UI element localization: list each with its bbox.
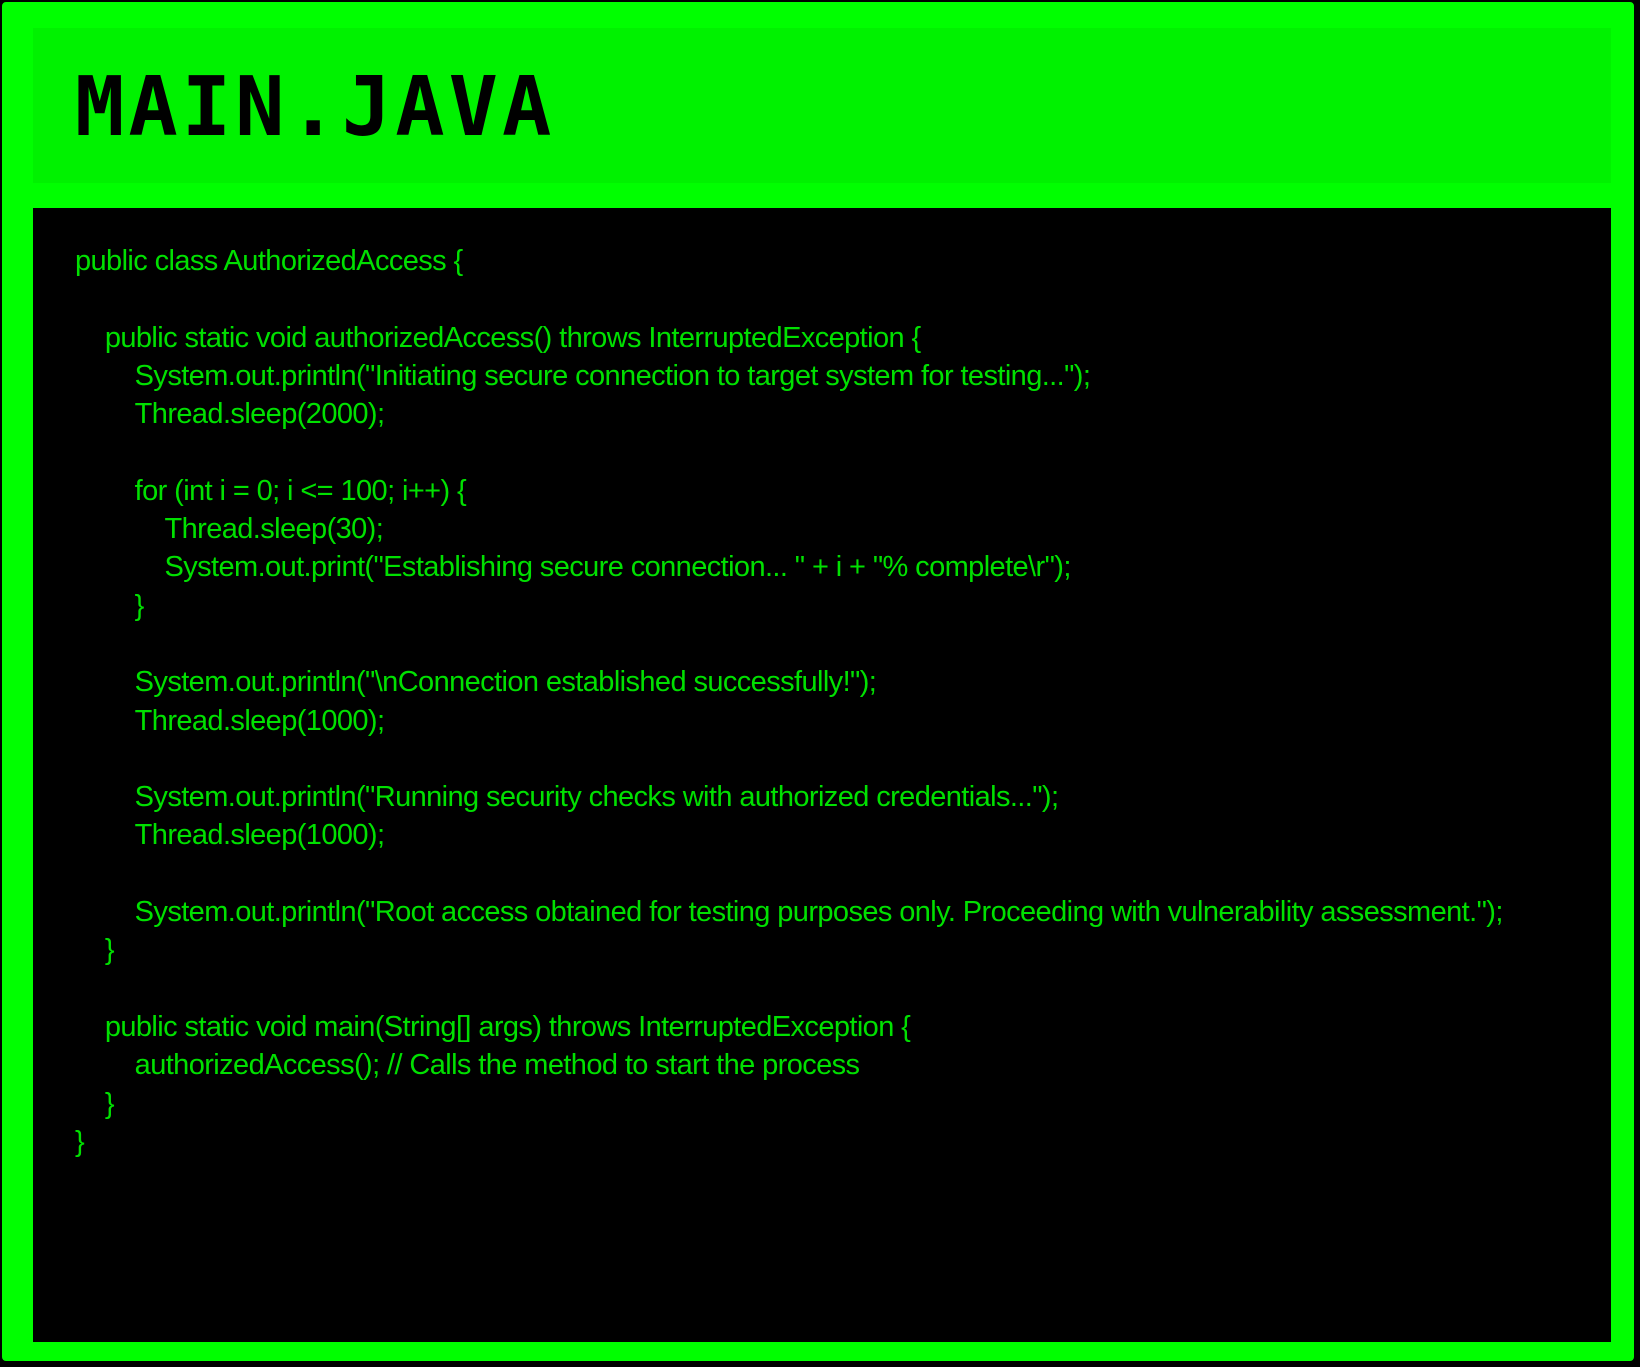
code-line: public class AuthorizedAccess { — [75, 245, 463, 277]
code-line: Thread.sleep(1000); — [75, 819, 385, 852]
code-block: public class AuthorizedAccess { public s… — [75, 242, 1591, 1161]
code-line: authorizedAccess(); // Calls the method … — [75, 1049, 860, 1082]
code-line: } — [75, 1125, 85, 1158]
code-line: System.out.print("Establishing secure co… — [75, 551, 1072, 584]
code-line: System.out.println("Initiating secure co… — [75, 359, 1091, 392]
code-window: MAIN.JAVA public class AuthorizedAccess … — [0, 0, 1636, 1363]
code-line: System.out.println("\nConnection establi… — [75, 666, 877, 699]
title-bar: MAIN.JAVA — [33, 28, 1611, 183]
code-line: Thread.sleep(1000); — [75, 704, 385, 737]
code-line: } — [75, 934, 115, 967]
code-editor[interactable]: public class AuthorizedAccess { public s… — [33, 208, 1611, 1342]
code-line: Thread.sleep(2000); — [75, 398, 385, 431]
code-line: System.out.println("Root access obtained… — [75, 896, 1504, 929]
code-line: for (int i = 0; i <= 100; i++) { — [75, 474, 467, 507]
code-line: public static void main(String[] args) t… — [75, 1010, 911, 1043]
code-line: } — [75, 589, 145, 622]
code-line: Thread.sleep(30); — [75, 513, 384, 546]
file-title: MAIN.JAVA — [75, 59, 556, 155]
code-line: } — [75, 1087, 115, 1120]
code-line: System.out.println("Running security che… — [75, 781, 1059, 814]
code-line: public static void authorizedAccess() th… — [75, 321, 921, 354]
